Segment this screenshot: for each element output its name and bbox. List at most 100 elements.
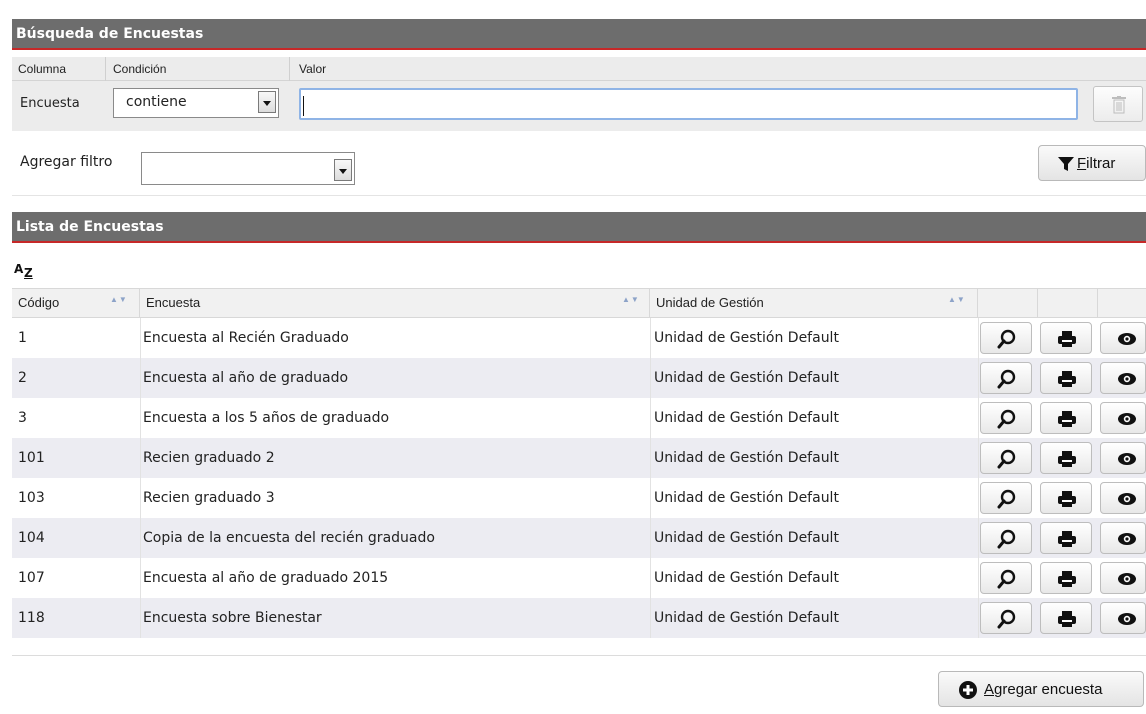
text-caret	[303, 96, 304, 116]
cell-divider	[140, 558, 141, 598]
cell-divider	[978, 318, 979, 358]
preview-button[interactable]	[1100, 522, 1146, 554]
printer-icon	[1058, 411, 1076, 427]
unit-cell: Unidad de Gestión Default	[654, 330, 839, 346]
cell-divider	[650, 318, 651, 358]
view-details-button[interactable]	[980, 562, 1032, 594]
filter-column-name: Encuesta	[20, 96, 80, 111]
sort-arrows-icon[interactable]: ▲▼	[622, 295, 640, 304]
preview-button[interactable]	[1100, 562, 1146, 594]
print-button[interactable]	[1040, 562, 1092, 594]
column-header-code[interactable]: Código ▲▼	[12, 289, 140, 317]
survey-name-cell: Encuesta al año de graduado	[143, 370, 349, 386]
unit-header-label: Unidad de Gestión	[656, 295, 764, 310]
trash-icon	[1112, 96, 1126, 114]
cell-divider	[140, 598, 141, 638]
add-survey-button[interactable]: Agregar encuesta	[938, 671, 1144, 707]
view-details-button[interactable]	[980, 522, 1032, 554]
search-panel-title: Búsqueda de Encuestas	[12, 19, 1146, 50]
code-header-label: Código	[18, 295, 60, 310]
survey-name-cell: Recien graduado 3	[143, 490, 275, 506]
eye-icon	[1118, 413, 1136, 425]
code-cell: 3	[18, 410, 27, 426]
preview-button[interactable]	[1100, 602, 1146, 634]
preview-button[interactable]	[1100, 322, 1146, 354]
cell-divider	[978, 558, 979, 598]
view-details-button[interactable]	[980, 362, 1032, 394]
chevron-down-icon[interactable]	[258, 91, 276, 113]
print-button[interactable]	[1040, 442, 1092, 474]
list-panel-title: Lista de Encuestas	[12, 212, 1146, 243]
add-filter-select[interactable]	[141, 152, 355, 185]
magnifier-icon	[997, 609, 1016, 629]
magnifier-icon	[997, 529, 1016, 549]
column-header-survey[interactable]: Encuesta ▲▼	[140, 289, 650, 317]
chevron-down-icon[interactable]	[334, 159, 352, 181]
view-details-button[interactable]	[980, 482, 1032, 514]
code-cell: 101	[18, 450, 45, 466]
unit-cell: Unidad de Gestión Default	[654, 450, 839, 466]
preview-button[interactable]	[1100, 482, 1146, 514]
filter-button[interactable]: Filtrar	[1038, 145, 1146, 181]
cell-divider	[650, 598, 651, 638]
preview-button[interactable]	[1100, 362, 1146, 394]
table-row: 118 Encuesta sobre Bienestar Unidad de Ges…	[12, 598, 1146, 638]
filter-button-label: Filtrar	[1077, 155, 1116, 172]
table-row: 3 Encuesta a los 5 años de graduado Unidad…	[12, 398, 1146, 438]
cell-divider	[650, 438, 651, 478]
remove-filter-button[interactable]	[1093, 86, 1143, 122]
eye-icon	[1118, 373, 1136, 385]
table-row: 2 Encuesta al año de graduado Unidad de Ge…	[12, 358, 1146, 398]
action-header-cell	[1038, 289, 1098, 317]
print-button[interactable]	[1040, 402, 1092, 434]
code-cell: 104	[18, 530, 45, 546]
printer-icon	[1058, 491, 1076, 507]
eye-icon	[1118, 533, 1136, 545]
unit-cell: Unidad de Gestión Default	[654, 370, 839, 386]
print-button[interactable]	[1040, 482, 1092, 514]
cell-divider	[650, 358, 651, 398]
print-button[interactable]	[1040, 602, 1092, 634]
printer-icon	[1058, 611, 1076, 627]
cell-divider	[978, 478, 979, 518]
unit-cell: Unidad de Gestión Default	[654, 490, 839, 506]
preview-button[interactable]	[1100, 402, 1146, 434]
printer-icon	[1058, 451, 1076, 467]
add-filter-label: Agregar filtro	[20, 154, 113, 170]
magnifier-icon	[997, 569, 1016, 589]
cell-divider	[140, 318, 141, 358]
code-cell: 2	[18, 370, 27, 386]
code-cell: 118	[18, 610, 45, 626]
view-details-button[interactable]	[980, 322, 1032, 354]
view-details-button[interactable]	[980, 442, 1032, 474]
view-details-button[interactable]	[980, 402, 1032, 434]
table-row: 107 Encuesta al año de graduado 2015 Unida…	[12, 558, 1146, 598]
column-header-label: Columna	[18, 62, 67, 76]
print-button[interactable]	[1040, 522, 1092, 554]
condition-select[interactable]: contiene	[113, 88, 279, 118]
printer-icon	[1058, 331, 1076, 347]
view-details-button[interactable]	[980, 602, 1032, 634]
sort-arrows-icon[interactable]: ▲▼	[110, 295, 128, 304]
sort-arrows-icon[interactable]: ▲▼	[948, 295, 966, 304]
filter-row: Encuesta contiene	[12, 81, 1146, 131]
print-button[interactable]	[1040, 322, 1092, 354]
sort-az-icon[interactable]: AZ	[14, 262, 38, 282]
plus-circle-icon	[959, 681, 977, 699]
cell-divider	[650, 518, 651, 558]
eye-icon	[1118, 573, 1136, 585]
survey-name-cell: Recien graduado 2	[143, 450, 275, 466]
code-cell: 1	[18, 330, 27, 346]
print-button[interactable]	[1040, 362, 1092, 394]
survey-name-cell: Copia de la encuesta del recién graduado	[143, 530, 435, 546]
preview-button[interactable]	[1100, 442, 1146, 474]
funnel-icon	[1058, 157, 1074, 171]
eye-icon	[1118, 613, 1136, 625]
column-header-unit[interactable]: Unidad de Gestión ▲▼	[650, 289, 978, 317]
condition-select-value: contiene	[126, 94, 187, 110]
filter-value-input[interactable]	[299, 88, 1078, 120]
code-cell: 103	[18, 490, 45, 506]
cell-divider	[650, 478, 651, 518]
printer-icon	[1058, 571, 1076, 587]
eye-icon	[1118, 493, 1136, 505]
